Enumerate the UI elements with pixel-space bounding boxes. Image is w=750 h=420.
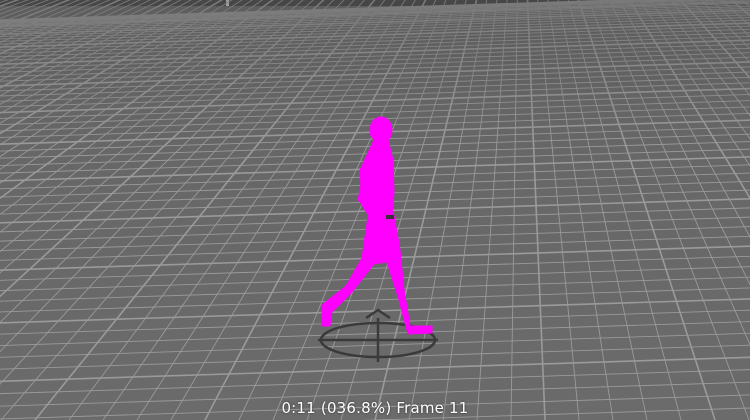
playback-status: 0:11 (036.8%) Frame 11: [281, 399, 469, 417]
scene-canvas: [0, 0, 750, 420]
character-belt: [386, 215, 394, 219]
3d-viewport[interactable]: 0:11 (036.8%) Frame 11: [0, 0, 750, 420]
